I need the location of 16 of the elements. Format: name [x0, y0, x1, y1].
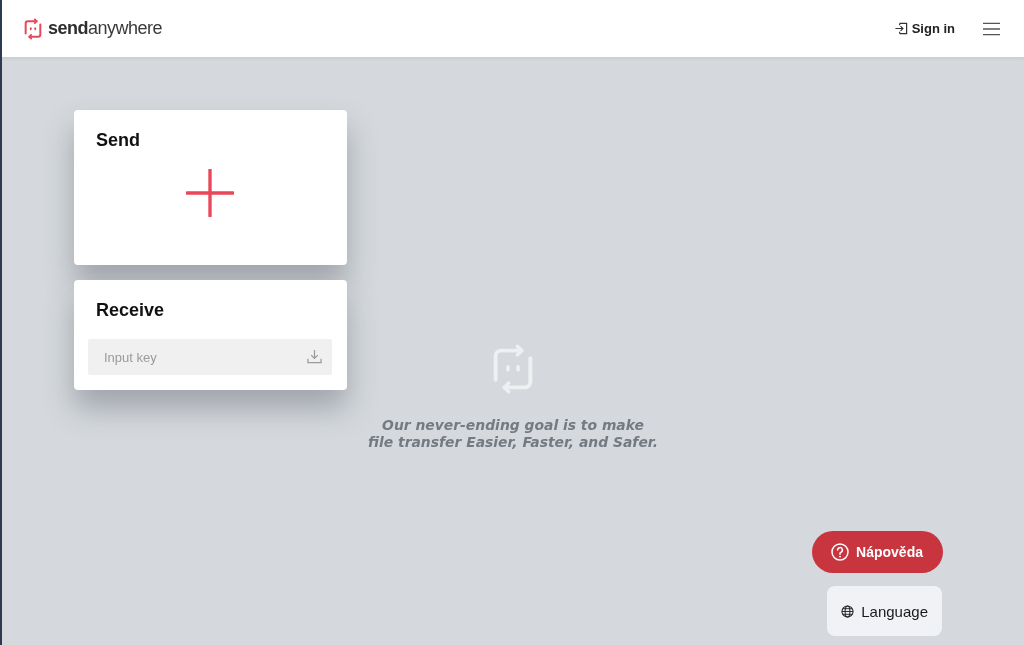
send-card[interactable]: Send [74, 110, 347, 265]
download-icon[interactable] [307, 349, 322, 364]
help-button[interactable]: Nápověda [812, 531, 943, 573]
menu-icon[interactable] [983, 21, 1000, 36]
card-title: Receive [96, 299, 166, 321]
tagline: Our never-ending goal is to make file transfer Easier, Faster, and Safer. [368, 417, 658, 451]
card-title: Send [96, 129, 141, 151]
logo-wordmark[interactable]: sendanywhere [48, 18, 163, 39]
sign-in-button[interactable]: Sign in [894, 21, 955, 36]
plus-icon[interactable] [186, 169, 234, 217]
globe-icon [841, 604, 855, 618]
language-button[interactable]: Language [827, 586, 942, 636]
sign-in-icon [894, 22, 908, 35]
logo-icon[interactable] [22, 17, 44, 40]
input-field[interactable]: Input key [88, 339, 332, 375]
help-icon [831, 543, 850, 561]
